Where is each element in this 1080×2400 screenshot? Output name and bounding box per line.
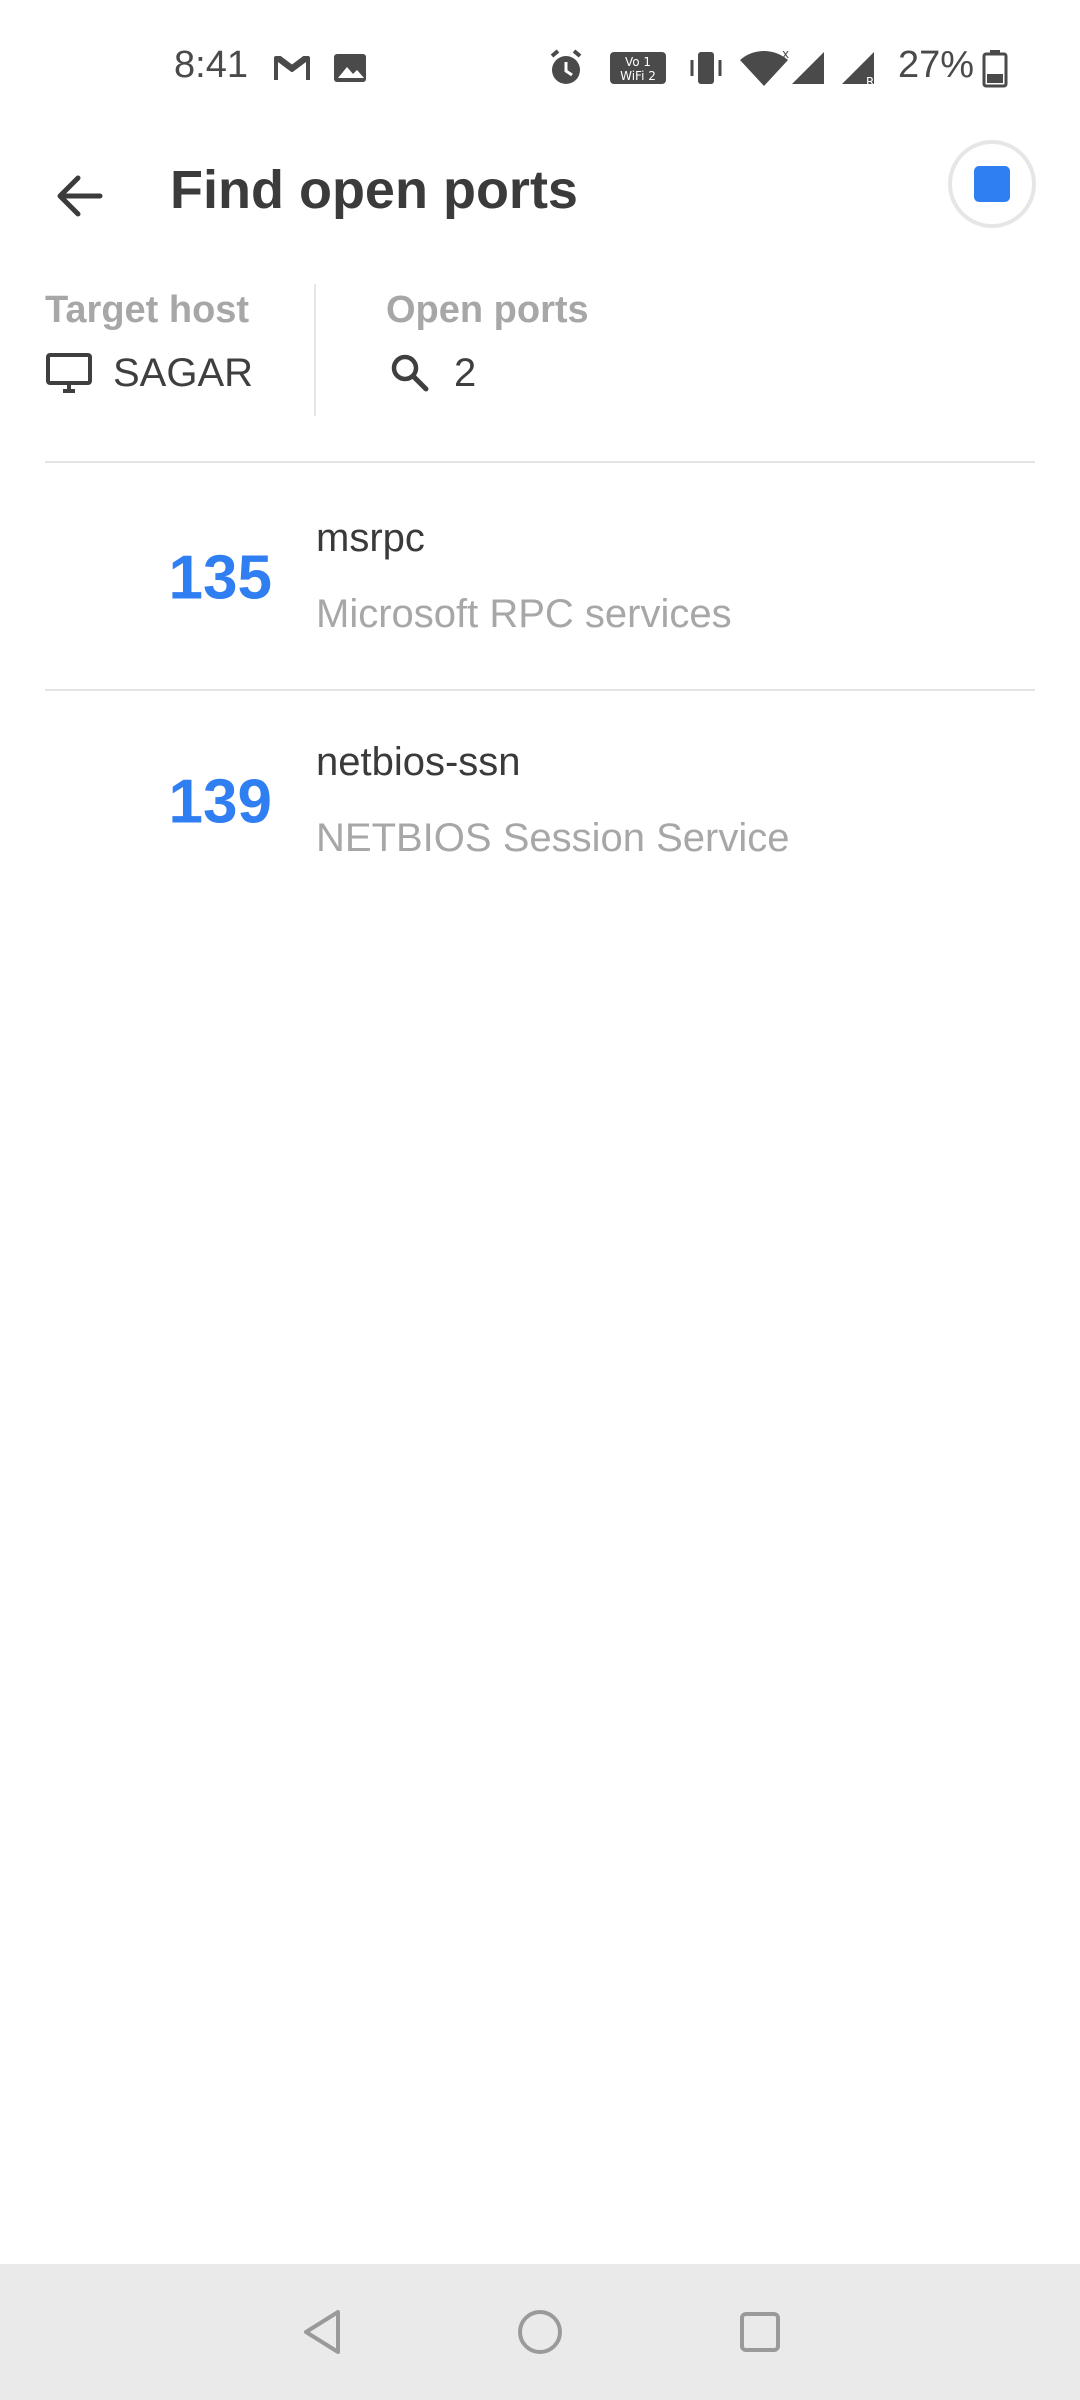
nav-back-button[interactable] bbox=[282, 2292, 362, 2372]
gallery-icon bbox=[330, 48, 370, 88]
back-button[interactable] bbox=[40, 156, 120, 236]
battery-percent: 27% bbox=[898, 44, 975, 86]
svg-text:Vo 1: Vo 1 bbox=[625, 55, 651, 69]
service-description: Microsoft RPC services bbox=[316, 592, 732, 636]
signal-roaming-icon: R bbox=[838, 48, 878, 89]
nav-recents-button[interactable] bbox=[720, 2292, 800, 2372]
status-bar: 8:41 Vo 1 WiFi 2 x R 27% bbox=[0, 0, 1080, 136]
back-triangle-icon bbox=[304, 2310, 340, 2354]
signal-icon bbox=[788, 48, 828, 88]
monitor-icon bbox=[45, 349, 93, 397]
target-host-section: Target host SAGAR bbox=[45, 284, 253, 397]
open-ports-count: 2 bbox=[454, 350, 477, 395]
page-title: Find open ports bbox=[170, 160, 578, 220]
system-nav-bar bbox=[0, 2264, 1080, 2400]
battery-icon bbox=[980, 48, 1010, 88]
stop-icon bbox=[974, 166, 1010, 202]
svg-text:WiFi 2: WiFi 2 bbox=[620, 69, 656, 83]
target-host-row: SAGAR bbox=[45, 349, 253, 397]
svg-text:R: R bbox=[866, 75, 874, 88]
scan-info: Target host SAGAR Open ports 2 bbox=[0, 284, 1080, 464]
vowifi-icon: Vo 1 WiFi 2 bbox=[608, 48, 668, 88]
service-name: netbios-ssn bbox=[316, 740, 521, 784]
arrow-left-icon bbox=[57, 175, 103, 217]
gmail-icon bbox=[272, 48, 312, 88]
wifi-icon: x bbox=[738, 47, 790, 88]
port-number: 139 bbox=[168, 767, 272, 837]
target-host-label: Target host bbox=[45, 289, 250, 331]
port-number: 135 bbox=[168, 543, 272, 613]
open-ports-row: 2 bbox=[386, 349, 589, 397]
vibrate-icon bbox=[686, 48, 726, 88]
nav-home-button[interactable] bbox=[500, 2292, 580, 2372]
search-icon bbox=[386, 349, 434, 397]
open-ports-label: Open ports bbox=[386, 289, 589, 331]
app-bar: Find open ports bbox=[0, 136, 1080, 284]
service-description: NETBIOS Session Service bbox=[316, 816, 790, 860]
status-time: 8:41 bbox=[174, 44, 248, 86]
port-list-item[interactable]: 135 msrpc Microsoft RPC services bbox=[0, 466, 1080, 690]
info-divider bbox=[314, 284, 316, 416]
port-list-item[interactable]: 139 netbios-ssn NETBIOS Session Service bbox=[0, 690, 1080, 914]
target-host-value: SAGAR bbox=[113, 350, 254, 395]
home-circle-icon bbox=[518, 2310, 562, 2354]
screen: 8:41 Vo 1 WiFi 2 x R 27% Find open ports… bbox=[0, 0, 1080, 2400]
alarm-icon bbox=[546, 48, 586, 88]
open-ports-section: Open ports 2 bbox=[386, 284, 589, 397]
recents-square-icon bbox=[740, 2312, 780, 2352]
service-name: msrpc bbox=[316, 516, 425, 560]
stop-scan-button[interactable] bbox=[948, 140, 1036, 228]
divider bbox=[45, 461, 1035, 463]
